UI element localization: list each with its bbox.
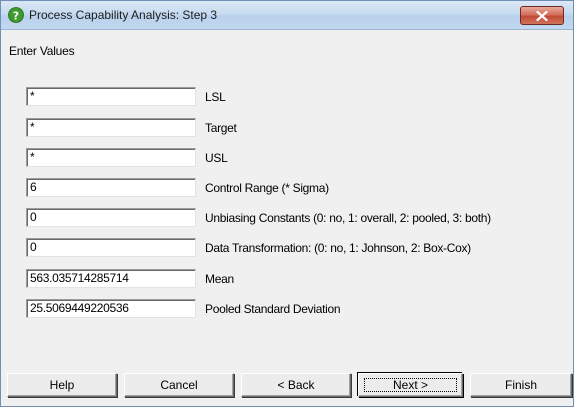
target-input[interactable]: * (26, 118, 196, 137)
unbiasing-constants-input[interactable]: 0 (26, 208, 196, 227)
unbiasing-constants-label: Unbiasing Constants (0: no, 1: overall, … (205, 211, 491, 225)
control-range-label: Control Range (* Sigma) (205, 181, 329, 195)
lsl-input[interactable]: * (26, 87, 196, 106)
close-button[interactable] (520, 6, 564, 25)
back-button[interactable]: < Back (241, 373, 351, 397)
help-question-icon: ? (8, 7, 24, 23)
pooled-std-dev-input[interactable]: 25.5069449220536 (26, 299, 196, 318)
pooled-std-dev-label: Pooled Standard Deviation (205, 302, 341, 316)
cancel-button[interactable]: Cancel (124, 373, 234, 397)
usl-label: USL (205, 151, 228, 165)
mean-input[interactable]: 563.035714285714 (26, 269, 196, 288)
help-button[interactable]: Help (7, 373, 117, 397)
cancel-button-label: Cancel (160, 378, 198, 392)
finish-button-label: Finish (504, 378, 537, 392)
data-transformation-input[interactable]: 0 (26, 238, 196, 257)
next-button-label: Next > (392, 378, 428, 392)
enter-values-heading: Enter Values (9, 44, 75, 58)
next-button[interactable]: Next > (358, 373, 463, 397)
window-title: Process Capability Analysis: Step 3 (29, 8, 218, 22)
svg-text:?: ? (13, 9, 19, 22)
lsl-label: LSL (205, 90, 226, 104)
finish-button[interactable]: Finish (470, 373, 572, 397)
data-transformation-label: Data Transformation: (0: no, 1: Johnson,… (205, 241, 471, 255)
close-icon (536, 11, 548, 21)
dialog-window: ? Process Capability Analysis: Step 3 En… (0, 0, 574, 407)
target-label: Target (205, 121, 237, 135)
title-bar[interactable]: ? Process Capability Analysis: Step 3 (1, 1, 573, 30)
back-button-label: < Back (277, 378, 315, 392)
control-range-input[interactable]: 6 (26, 178, 196, 197)
mean-label: Mean (205, 272, 234, 286)
help-button-label: Help (49, 378, 75, 392)
usl-input[interactable]: * (26, 148, 196, 167)
